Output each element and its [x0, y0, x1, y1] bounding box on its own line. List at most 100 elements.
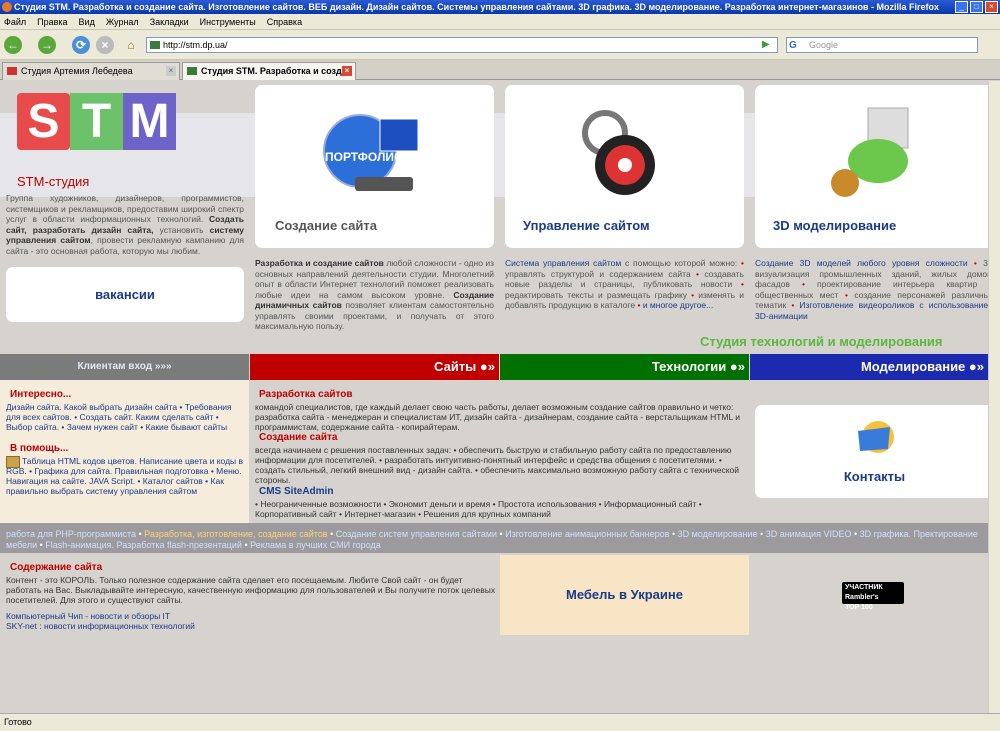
- search-placeholder: Google: [809, 40, 839, 50]
- desc-text: с помощью которой можно:: [624, 258, 738, 268]
- separator: •: [327, 529, 336, 539]
- tab-label: Студия STM. Разработка и созд...: [201, 66, 350, 76]
- content-heading: Содержание сайта: [10, 562, 103, 573]
- tab-favicon: [187, 67, 197, 75]
- desc-bold[interactable]: Разработка и создание сайтов: [255, 258, 384, 268]
- firefox-icon: [2, 2, 12, 12]
- contacts-card[interactable]: Контакты: [755, 405, 988, 498]
- page-content: S T M STM-студия Группа художников, диза…: [0, 81, 988, 713]
- menu-view[interactable]: Вид: [79, 14, 95, 29]
- rambler-top100-badge[interactable]: УЧАСТНИК Rambler's TOP 100: [842, 582, 904, 611]
- desc-item: управлять структурой и содержанием сайта: [505, 268, 691, 279]
- band-link[interactable]: Изготовление анимационных баннеров: [505, 529, 669, 539]
- minimize-button[interactable]: _: [955, 1, 968, 13]
- home-button[interactable]: ⌂: [122, 36, 140, 54]
- furniture-banner[interactable]: Мебель в Украине: [500, 555, 749, 635]
- band-link[interactable]: работа для PHP-программиста: [6, 529, 136, 539]
- search-field[interactable]: G Google: [786, 37, 978, 53]
- video-link[interactable]: Изготовление видеороликов с использовани…: [755, 300, 988, 321]
- band-link[interactable]: Реклама в лучших СМИ города: [250, 540, 381, 550]
- modeling-bar-label: Моделирование: [860, 359, 966, 374]
- logo-letter-t[interactable]: T: [70, 93, 123, 150]
- sites-bar-label: Сайты: [434, 359, 477, 374]
- studio-text: установить: [159, 224, 204, 235]
- link-band: работа для PHP-программиста • Разработка…: [0, 523, 988, 553]
- client-login-bar[interactable]: Клиентам вход »»»: [0, 354, 249, 380]
- envelope-icon: [858, 421, 894, 453]
- band-link[interactable]: 3D моделирование: [678, 529, 758, 539]
- url-bar[interactable]: http://stm.dp.ua/: [146, 37, 778, 53]
- logo-letter-s[interactable]: S: [17, 93, 70, 150]
- menu-edit[interactable]: Правка: [37, 14, 67, 29]
- stop-button[interactable]: ×: [96, 36, 114, 54]
- interesting-links[interactable]: Дизайн сайта. Какой выбрать дизайн сайта…: [6, 402, 244, 432]
- more-link[interactable]: и многое другое...: [643, 300, 713, 310]
- studio-title: STM-студия: [17, 174, 90, 189]
- maximize-button[interactable]: □: [970, 1, 983, 13]
- separator: •: [241, 540, 251, 550]
- band-link[interactable]: Разработка, изготовление, создание сайто…: [144, 529, 327, 539]
- partner-link[interactable]: SKY-net : новости информационных техноло…: [6, 621, 195, 631]
- menu-bar: Файл Правка Вид Журнал Закладки Инструме…: [0, 14, 1000, 30]
- section-heading: Создание сайта: [259, 432, 338, 443]
- cms-link[interactable]: Система управления сайтом: [505, 258, 621, 268]
- separator: •: [136, 529, 145, 539]
- badge-line: УЧАСТНИК: [845, 584, 883, 591]
- card-title: Управление сайтом: [523, 218, 650, 233]
- go-button[interactable]: ▶: [762, 39, 774, 51]
- tab-stm[interactable]: Студия STM. Разработка и созд... ×: [182, 62, 356, 80]
- wheel-icon: [582, 110, 655, 195]
- section-text: командой специалистов, где каждый делает…: [255, 402, 741, 432]
- vacancies-card[interactable]: вакансии: [6, 267, 244, 322]
- tab-lebedev[interactable]: Студия Артемия Лебедева ×: [2, 62, 180, 80]
- band-link[interactable]: 3D анимация VIDEO: [766, 529, 852, 539]
- badge-line: Rambler's: [845, 594, 879, 601]
- card-site-management[interactable]: Управление сайтом: [505, 85, 744, 248]
- modeling-bar[interactable]: Моделирование ●»: [750, 354, 988, 380]
- card-3d-modeling[interactable]: 3D моделирование: [755, 85, 988, 248]
- help-heading: В помощь...: [10, 443, 69, 454]
- card-title: Создание сайта: [275, 218, 377, 233]
- section-heading[interactable]: CMS SiteAdmin: [259, 486, 333, 497]
- card-site-creation[interactable]: ПОРТФОЛИО Создание сайта: [255, 85, 494, 248]
- desc-item: редактировать тексты и размещать графику: [505, 289, 688, 300]
- interesting-heading: Интересно...: [10, 389, 72, 400]
- close-tab-icon[interactable]: ×: [166, 66, 176, 76]
- logo-letter-m[interactable]: M: [123, 93, 176, 150]
- separator: •: [757, 529, 766, 539]
- vertical-scrollbar[interactable]: [988, 81, 1000, 713]
- modeling-description: Создание 3D моделей любого уровня сложно…: [755, 258, 988, 321]
- url-text: http://stm.dp.ua/: [163, 40, 228, 50]
- menu-history[interactable]: Журнал: [106, 14, 139, 29]
- band-link[interactable]: Создание систем управления сайтами: [336, 529, 497, 539]
- help-links[interactable]: Таблица HTML кодов цветов. Написание цве…: [6, 456, 244, 496]
- reload-button[interactable]: ⟳: [72, 36, 90, 54]
- separator: •: [851, 529, 860, 539]
- forward-button[interactable]: →: [38, 36, 56, 54]
- 3d-link[interactable]: Создание 3D моделей любого уровня сложно…: [755, 258, 968, 268]
- back-button[interactable]: ←: [4, 36, 22, 54]
- portfolio-icon-label: ПОРТФОЛИО: [325, 150, 403, 164]
- sites-bar[interactable]: Сайты ●»: [250, 354, 499, 380]
- menu-tools[interactable]: Инструменты: [200, 14, 256, 29]
- close-tab-icon[interactable]: ×: [342, 66, 352, 76]
- menu-file[interactable]: Файл: [4, 14, 26, 29]
- technologies-bar[interactable]: Технологии ●»: [500, 354, 749, 380]
- status-bar: Готово: [0, 713, 1000, 731]
- card-title: 3D моделирование: [773, 218, 897, 233]
- site-management-description: Система управления сайтом с помощью кото…: [505, 258, 744, 310]
- furniture-label: Мебель в Украине: [566, 587, 683, 602]
- slogan: Студия технологий и моделирования: [700, 334, 943, 349]
- band-link[interactable]: Flash-анимация. Разработка flash-презент…: [45, 540, 242, 550]
- section-text: • Неограниченные возможности • Экономит …: [255, 499, 702, 519]
- partner-link[interactable]: Компьютерный Чип - новости и обзоры IT: [6, 611, 170, 621]
- menu-help[interactable]: Справка: [267, 14, 302, 29]
- close-window-button[interactable]: ×: [985, 1, 998, 13]
- separator: •: [669, 529, 678, 539]
- contacts-label: Контакты: [843, 469, 906, 484]
- menu-bookmarks[interactable]: Закладки: [150, 14, 189, 29]
- tab-label: Студия Артемия Лебедева: [21, 66, 133, 76]
- teapot-icon: [831, 107, 909, 197]
- section-text: всегда начинаем с решения поставленных з…: [255, 445, 740, 485]
- google-icon: G: [789, 40, 797, 51]
